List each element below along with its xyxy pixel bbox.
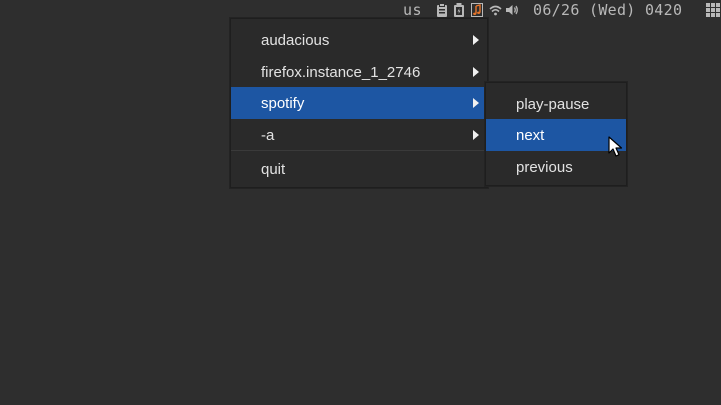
music-note-icon[interactable] [471,3,483,17]
clock[interactable]: 06/26 (Wed) 0420 [533,1,682,19]
menu-item-spotify[interactable]: spotify [231,87,487,119]
battery-icon[interactable] [453,3,465,17]
menu-item-a[interactable]: -a [231,119,487,151]
submenu-arrow-icon [473,67,479,77]
tray-context-menu: audacious firefox.instance_1_2746 spotif… [230,18,488,188]
submenu-item-previous[interactable]: previous [486,151,626,183]
submenu-item-label: next [516,126,545,144]
wifi-icon[interactable] [489,3,502,17]
menu-item-label: spotify [261,94,305,112]
submenu-item-label: play-pause [516,95,590,113]
spotify-submenu: play-pause next previous [485,82,627,186]
menu-item-label: quit [261,160,286,178]
menu-item-label: audacious [261,31,330,49]
menu-item-audacious[interactable]: audacious [231,24,487,56]
menu-separator [231,150,487,151]
menu-item-label: firefox.instance_1_2746 [261,63,421,81]
menu-item-quit[interactable]: quit [231,153,487,185]
submenu-arrow-icon [473,35,479,45]
grid-icon[interactable] [705,2,721,18]
submenu-item-play-pause[interactable]: play-pause [486,88,626,120]
mouse-pointer-icon [608,136,623,157]
submenu-arrow-icon [473,98,479,108]
status-bar: us 06/26 (Wed) 0420 [0,0,721,20]
desktop: us 06/26 (Wed) 0420 audacious firefox.in… [0,0,721,405]
menu-item-label: -a [261,126,275,144]
submenu-item-next[interactable]: next [486,119,626,151]
keyboard-layout-indicator[interactable]: us [403,1,422,19]
submenu-item-label: previous [516,158,573,176]
clipboard-icon[interactable] [436,3,448,17]
menu-item-firefox[interactable]: firefox.instance_1_2746 [231,56,487,88]
submenu-arrow-icon [473,130,479,140]
volume-icon[interactable] [505,3,519,17]
